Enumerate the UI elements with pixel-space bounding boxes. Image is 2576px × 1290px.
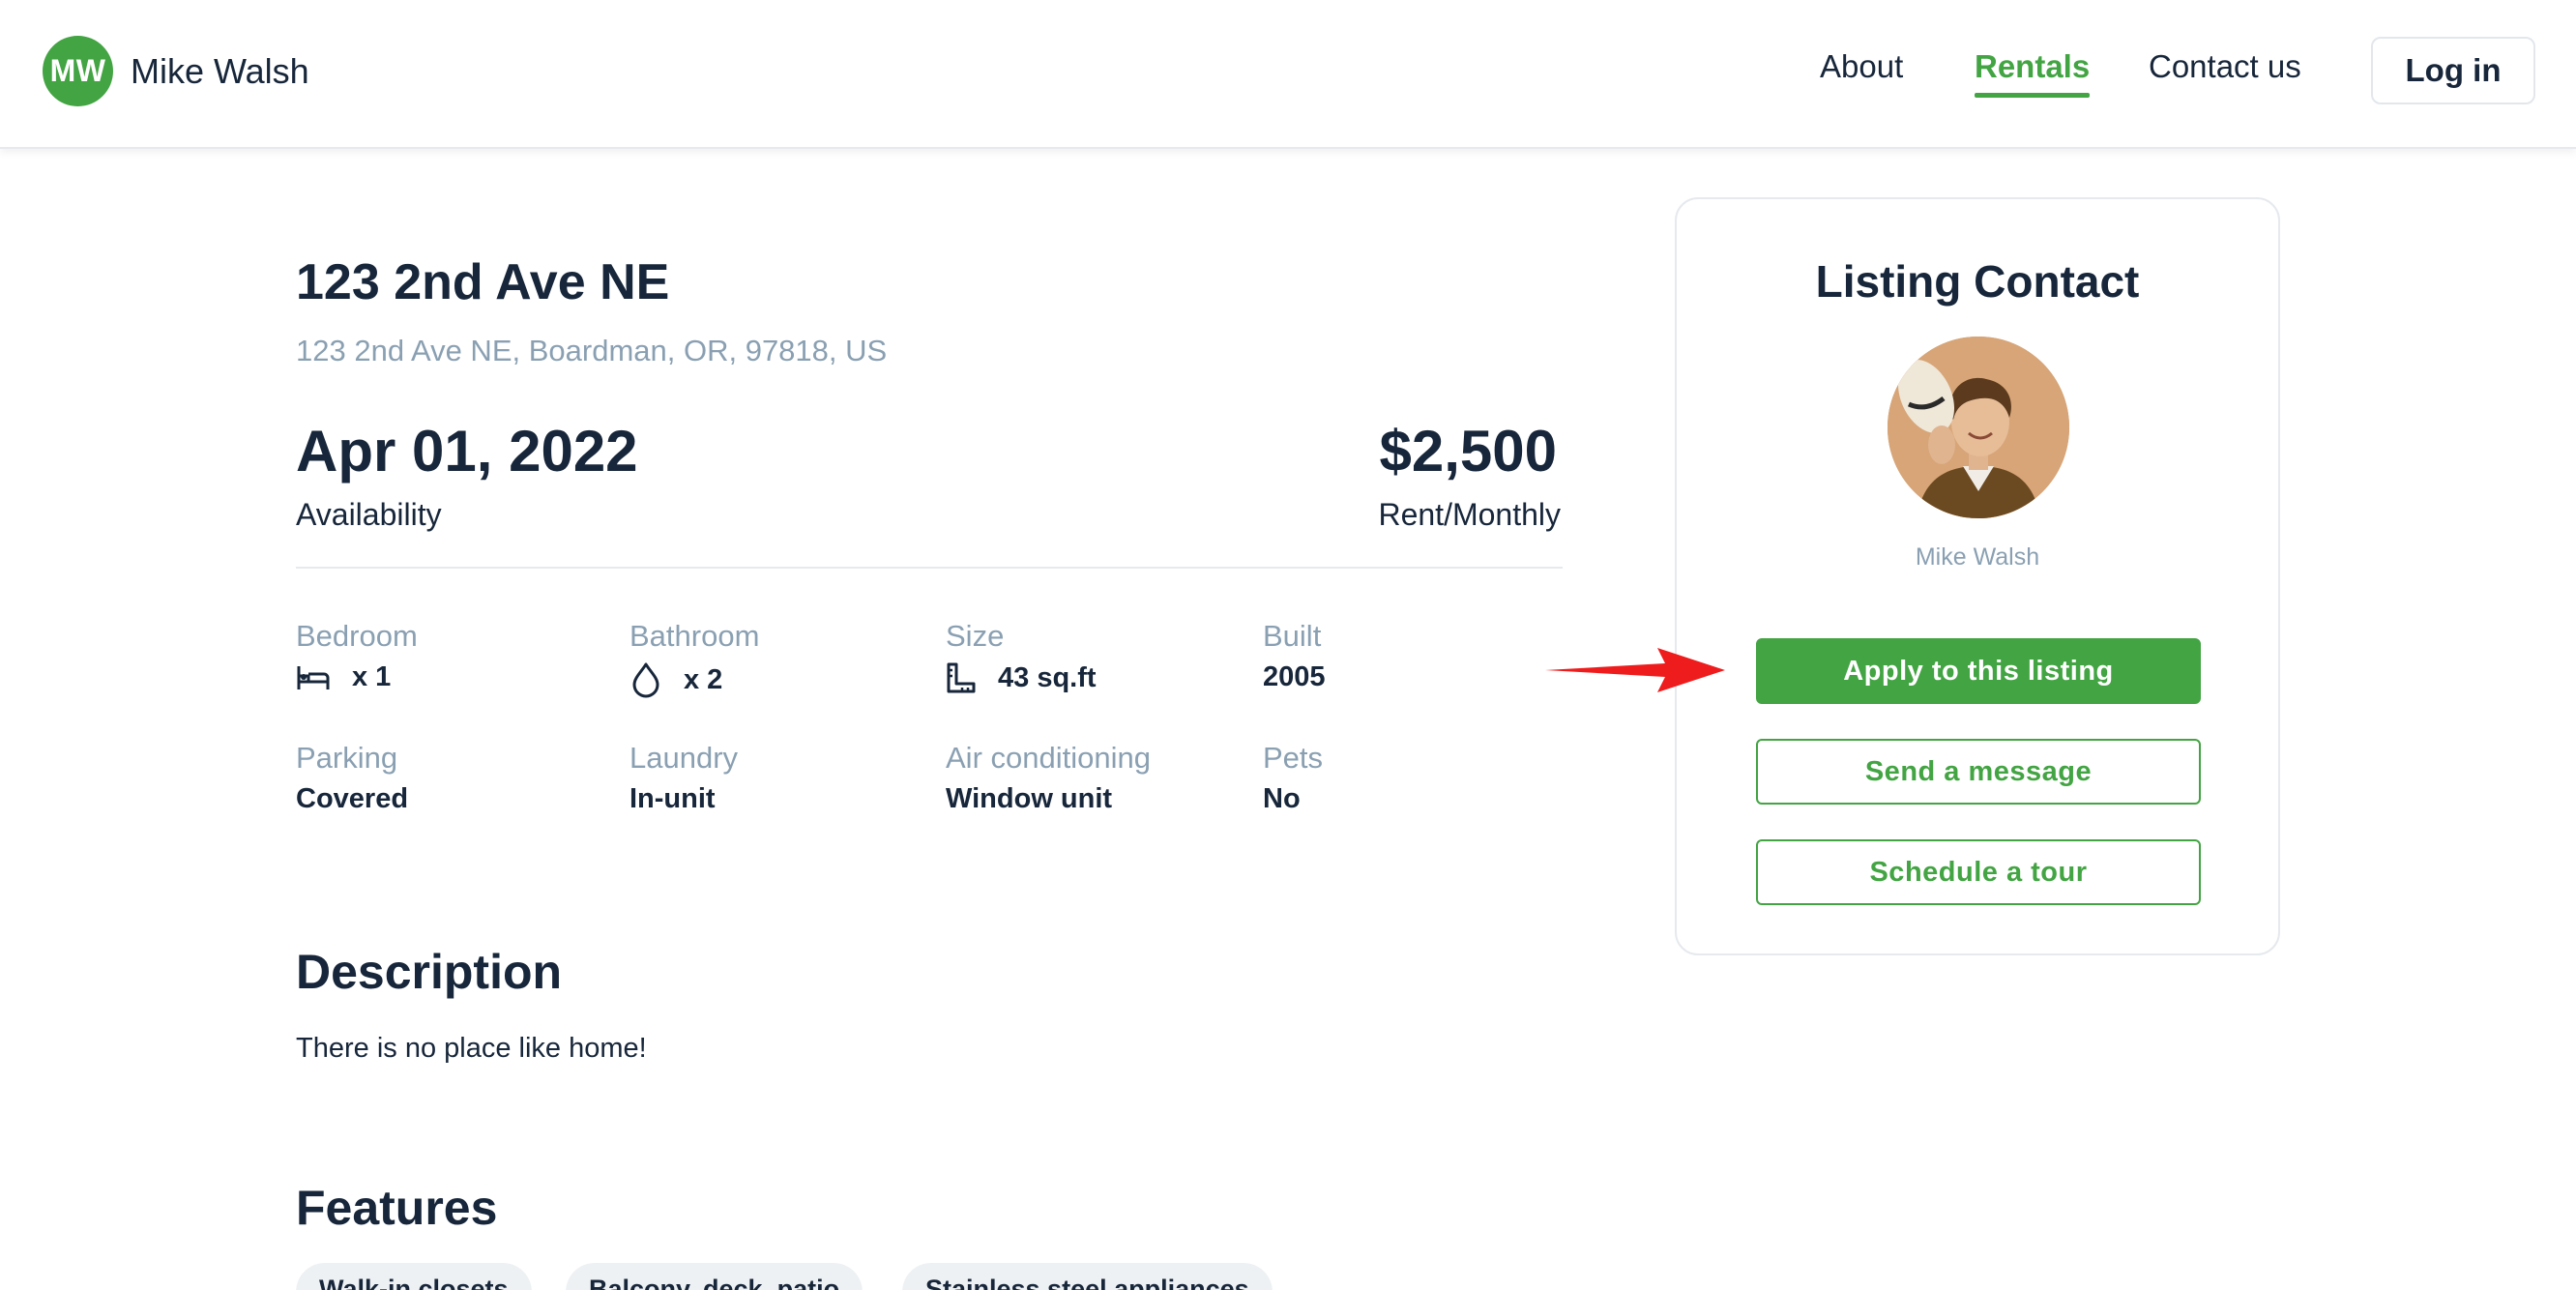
property-label: Laundry <box>629 741 739 775</box>
property-label: Bathroom <box>629 619 760 653</box>
features-heading: Features <box>296 1181 498 1235</box>
login-button[interactable]: Log in <box>2371 37 2535 104</box>
rent-price: $2,500 <box>1379 419 1557 484</box>
property-label: Size <box>946 619 1005 653</box>
availability-date: Apr 01, 2022 <box>296 419 638 484</box>
nav-about[interactable]: About <box>1820 48 1903 85</box>
bed-icon <box>297 665 330 689</box>
property-label: Pets <box>1263 741 1324 775</box>
property-label: Built <box>1263 619 1322 653</box>
brand[interactable]: MW Mike Walsh <box>43 36 309 106</box>
listing-address: 123 2nd Ave NE, Boardman, OR, 97818, US <box>296 334 888 367</box>
parking-value: Covered <box>296 783 409 814</box>
property-size: Size 43 sq.ft <box>946 619 1097 694</box>
feature-chip: Stainless steel appliances <box>902 1263 1273 1290</box>
air-conditioning-value: Window unit <box>946 783 1113 814</box>
divider <box>296 567 1563 569</box>
listing-title: 123 2nd Ave NE <box>296 254 670 310</box>
property-bathroom: Bathroom x 2 <box>629 619 759 698</box>
property-label: Bedroom <box>296 619 418 653</box>
pets-value: No <box>1263 783 1301 814</box>
feature-chip: Walk-in closets <box>296 1263 532 1290</box>
schedule-tour-button[interactable]: Schedule a tour <box>1756 839 2201 905</box>
availability-label: Availability <box>296 497 442 532</box>
bedroom-value: x 1 <box>352 661 392 692</box>
brand-name: Mike Walsh <box>131 50 309 91</box>
property-label: Air conditioning <box>946 741 1151 775</box>
property-parking: Parking Covered <box>296 741 408 815</box>
rent-price-label: Rent/Monthly <box>1378 497 1561 532</box>
property-bedroom: Bedroom x 1 <box>296 619 418 693</box>
description-heading: Description <box>296 945 563 999</box>
top-nav-bar: MW Mike Walsh About Rentals Contact us L… <box>0 0 2576 149</box>
listing-contact-card: Listing Contact Mike Walsh Apply to this… <box>1675 197 2280 955</box>
size-value: 43 sq.ft <box>998 661 1097 693</box>
send-message-button[interactable]: Send a message <box>1756 739 2201 805</box>
property-value: x 1 <box>296 661 418 693</box>
nav-contact-us[interactable]: Contact us <box>2149 48 2301 85</box>
laundry-value: In-unit <box>629 783 716 814</box>
annotation-arrow-icon <box>1545 648 1725 692</box>
property-laundry: Laundry In-unit <box>629 741 738 815</box>
feature-chip: Balcony, deck, patio <box>566 1263 864 1290</box>
built-value: 2005 <box>1263 661 1326 692</box>
property-built: Built 2005 <box>1263 619 1326 693</box>
property-value: x 2 <box>629 661 759 698</box>
page: MW Mike Walsh About Rentals Contact us L… <box>0 0 2576 1290</box>
description-text: There is no place like home! <box>296 1033 647 1064</box>
apply-button[interactable]: Apply to this listing <box>1756 638 2201 704</box>
contact-name: Mike Walsh <box>1915 543 2040 571</box>
bathroom-value: x 2 <box>684 663 723 695</box>
brand-avatar: MW <box>43 36 113 106</box>
property-air-conditioning: Air conditioning Window unit <box>946 741 1151 815</box>
contact-avatar <box>1888 337 2069 518</box>
water-drop-icon <box>632 662 659 698</box>
property-value: 43 sq.ft <box>946 661 1097 694</box>
property-pets: Pets No <box>1263 741 1323 815</box>
person-photo-icon <box>1888 337 2069 518</box>
property-label: Parking <box>296 741 398 775</box>
nav-active-underline <box>1975 93 2091 98</box>
card-title: Listing Contact <box>1815 256 2140 307</box>
nav-rentals[interactable]: Rentals <box>1975 48 2091 98</box>
ruler-icon <box>947 662 976 693</box>
nav-rentals-label: Rentals <box>1975 48 2091 84</box>
